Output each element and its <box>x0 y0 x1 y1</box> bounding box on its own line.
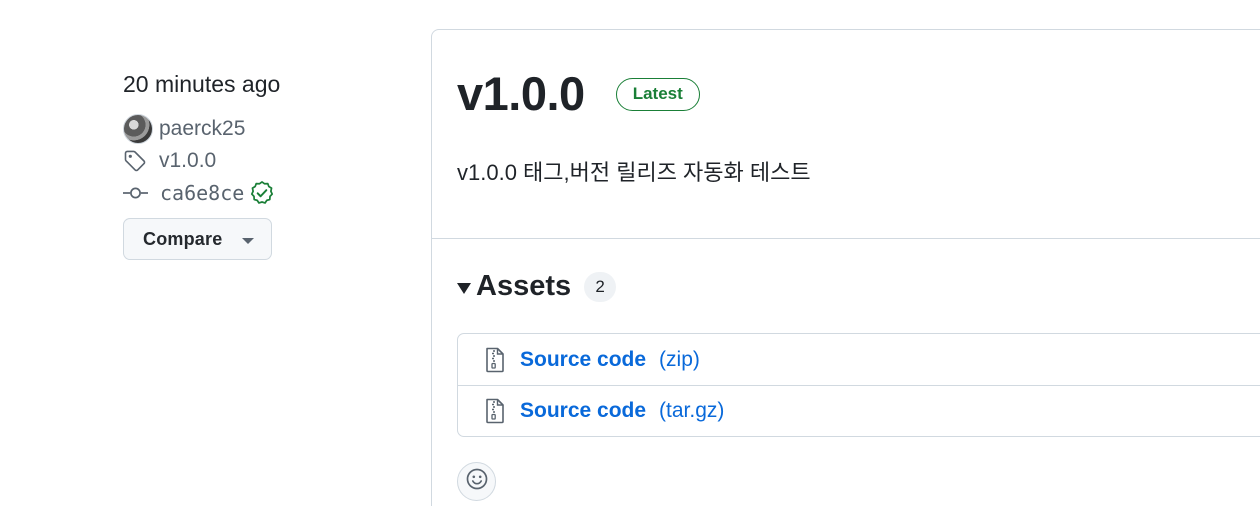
asset-row[interactable]: Source code (tar.gz) <box>458 385 1260 436</box>
asset-extension[interactable]: (tar.gz) <box>659 399 724 423</box>
file-zip-icon <box>485 398 505 424</box>
compare-button[interactable]: Compare <box>123 218 272 260</box>
asset-row[interactable]: Source code (zip) <box>458 334 1260 385</box>
file-zip-icon <box>485 347 505 373</box>
chevron-down-icon <box>242 237 255 244</box>
release-header: v1.0.0 Latest v1.0.0 태그,버전 릴리즈 자동화 테스트 <box>432 30 1260 239</box>
asset-link[interactable]: Source code <box>520 348 646 372</box>
author-row[interactable]: paerck25 <box>123 114 403 144</box>
release-page: 20 minutes ago paerck25 v1.0.0 ca6e8ce C… <box>0 0 1260 506</box>
commit-row[interactable]: ca6e8ce <box>123 178 403 208</box>
release-title[interactable]: v1.0.0 <box>457 66 585 122</box>
asset-extension[interactable]: (zip) <box>659 348 700 372</box>
compare-button-label: Compare <box>143 228 223 249</box>
git-commit-icon <box>123 181 151 205</box>
assets-list: Source code (zip) Source code (tar.gz) <box>457 333 1260 437</box>
latest-badge: Latest <box>615 77 700 111</box>
release-meta: 20 minutes ago paerck25 v1.0.0 ca6e8ce C… <box>123 68 403 260</box>
tag-row[interactable]: v1.0.0 <box>123 146 403 176</box>
asset-link[interactable]: Source code <box>520 399 646 423</box>
verified-icon[interactable] <box>249 180 275 206</box>
assets-toggle[interactable]: Assets 2 <box>457 270 617 303</box>
assets-title: Assets <box>476 270 572 302</box>
avatar[interactable] <box>123 114 153 144</box>
smiley-icon <box>465 467 489 496</box>
tag-link[interactable]: v1.0.0 <box>159 149 216 173</box>
caret-down-icon <box>457 283 471 294</box>
release-title-row: v1.0.0 Latest <box>457 66 700 122</box>
assets-count-badge: 2 <box>584 271 617 302</box>
release-card: v1.0.0 Latest v1.0.0 태그,버전 릴리즈 자동화 테스트 A… <box>431 29 1260 506</box>
tag-icon <box>123 149 151 173</box>
add-reaction-button[interactable] <box>457 462 496 501</box>
release-notes: v1.0.0 태그,버전 릴리즈 자동화 테스트 <box>457 160 811 185</box>
author-link[interactable]: paerck25 <box>159 117 245 141</box>
commit-link[interactable]: ca6e8ce <box>160 181 244 205</box>
release-time[interactable]: 20 minutes ago <box>123 68 403 100</box>
